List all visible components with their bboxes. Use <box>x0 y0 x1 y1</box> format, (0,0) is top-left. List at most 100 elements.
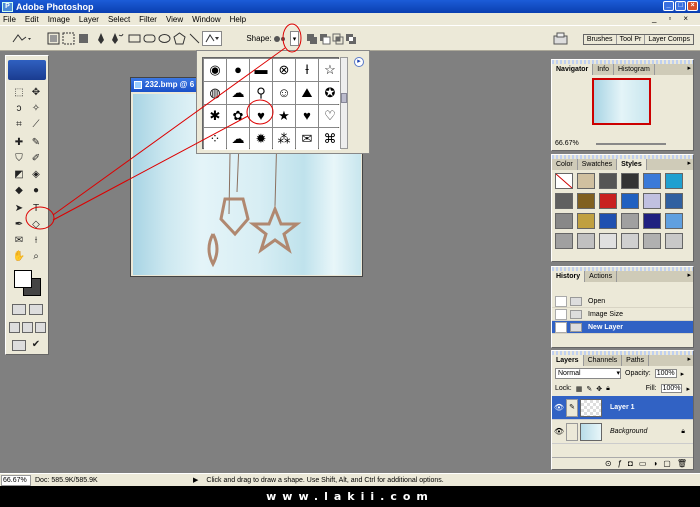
history-snapshot-row[interactable] <box>552 282 693 295</box>
style-swatch[interactable] <box>555 213 573 229</box>
navigator-zoom-value[interactable]: 66.67% <box>555 140 579 147</box>
shape-layers-mode-icon[interactable] <box>46 31 60 46</box>
style-swatch[interactable] <box>555 233 573 249</box>
shape-swatch[interactable]: ⁂ <box>273 128 295 150</box>
style-swatch[interactable] <box>643 233 661 249</box>
healing-brush-tool-icon[interactable]: ✚ <box>12 136 26 150</box>
tab-paths[interactable]: Paths <box>622 355 650 366</box>
picker-menu-arrow-icon[interactable]: ▸ <box>354 57 364 67</box>
lock-all-icon[interactable]: 🔒︎ <box>606 385 610 393</box>
history-item-new-layer[interactable]: New Layer <box>552 321 693 334</box>
tab-info[interactable]: Info <box>593 64 614 75</box>
palette-well-icon[interactable] <box>552 31 568 46</box>
navigator-preview[interactable] <box>592 78 651 125</box>
fill-slider-arrow-icon[interactable]: ▸ <box>686 385 690 393</box>
tab-color[interactable]: Color <box>552 159 578 170</box>
brush-link-icon[interactable] <box>566 422 578 441</box>
menu-select[interactable]: Select <box>108 15 130 24</box>
style-swatch[interactable] <box>577 233 595 249</box>
custom-shape-tool-button[interactable] <box>202 31 222 46</box>
close-button[interactable]: × <box>687 1 698 11</box>
menu-filter[interactable]: Filter <box>139 15 157 24</box>
menu-view[interactable]: View <box>166 15 183 24</box>
shape-swatch[interactable]: ▬ <box>250 59 272 81</box>
palette-menu-icon[interactable]: ▸ <box>687 160 691 168</box>
eraser-tool-icon[interactable]: ◩ <box>12 168 26 182</box>
style-swatch[interactable] <box>555 193 573 209</box>
palette-well-tool-presets-tab[interactable]: Tool Pr <box>615 35 645 44</box>
shape-swatch[interactable]: ☁ <box>227 128 249 150</box>
menu-help[interactable]: Help <box>230 15 246 24</box>
shape-picker-dropdown-button[interactable]: ▾ <box>290 31 299 46</box>
menu-file[interactable]: File <box>3 15 16 24</box>
style-swatch[interactable] <box>577 173 595 189</box>
doc-minimize-button[interactable]: _ <box>652 14 656 23</box>
navigator-zoom-slider[interactable] <box>596 143 666 145</box>
tab-actions[interactable]: Actions <box>585 271 618 282</box>
style-swatch[interactable] <box>599 193 617 209</box>
paint-bucket-tool-icon[interactable]: ◈ <box>29 168 43 182</box>
subtract-shape-area-icon[interactable] <box>319 31 331 46</box>
polygon-tool-icon[interactable] <box>172 31 186 46</box>
palette-menu-icon[interactable]: ▸ <box>687 272 691 280</box>
opacity-slider-arrow-icon[interactable]: ▸ <box>681 370 685 378</box>
doc-close-button[interactable]: × <box>683 14 688 23</box>
doc-restore-button[interactable]: ▫ <box>668 14 671 23</box>
rounded-rectangle-tool-icon[interactable] <box>142 31 156 46</box>
freeform-pen-icon[interactable] <box>110 31 124 46</box>
shape-picker-scrollbar[interactable] <box>340 57 348 149</box>
magic-wand-tool-icon[interactable]: ✧ <box>29 102 43 116</box>
zoom-tool-icon[interactable]: ⌕ <box>29 250 43 264</box>
style-swatch[interactable] <box>643 213 661 229</box>
eye-icon[interactable]: 👁︎ <box>552 427 566 436</box>
maximize-button[interactable]: □ <box>675 1 686 11</box>
tab-history[interactable]: History <box>552 271 586 282</box>
adobe-online-feather-icon[interactable] <box>8 60 46 80</box>
tab-layers[interactable]: Layers <box>552 355 584 366</box>
layer-row-background[interactable]: 👁︎ Background 🔒︎ <box>552 420 693 444</box>
history-item-open[interactable]: Open <box>552 295 693 308</box>
lock-image-icon[interactable]: ✎ <box>586 385 592 393</box>
shape-swatch[interactable]: ★ <box>273 105 295 127</box>
pen-tool-icon[interactable]: ✒ <box>12 218 26 232</box>
style-swatch[interactable] <box>643 193 661 209</box>
blend-mode-select[interactable]: Normal ▾ <box>555 368 621 379</box>
shape-swatch[interactable]: ✿ <box>227 105 249 127</box>
checkmark-icon[interactable]: ✔ <box>29 338 43 352</box>
status-doc-size[interactable]: Doc: 585.9K/585.9K <box>35 477 161 484</box>
marquee-tool-icon[interactable]: ⬚ <box>12 86 26 100</box>
scrollbar-thumb[interactable] <box>341 93 347 103</box>
shape-swatch[interactable]: ♡ <box>319 105 341 127</box>
shape-swatch[interactable]: ☺ <box>273 82 295 104</box>
standard-mode-button[interactable] <box>12 304 26 315</box>
fill-input[interactable]: 100% <box>660 384 683 393</box>
full-screen-menu-mode-button[interactable] <box>22 322 33 333</box>
opacity-input[interactable]: 100% <box>654 369 677 378</box>
style-swatch[interactable] <box>665 193 683 209</box>
slice-tool-icon[interactable]: ⟋ <box>29 118 43 132</box>
history-source-checkbox[interactable] <box>555 321 567 333</box>
menu-layer[interactable]: Layer <box>79 15 99 24</box>
link-layers-icon[interactable]: ⊙ <box>605 459 612 468</box>
full-screen-mode-button[interactable] <box>35 322 46 333</box>
history-brush-tool-icon[interactable]: ✐ <box>29 152 43 166</box>
shape-swatch[interactable]: ☆ <box>319 59 341 81</box>
shape-swatch[interactable]: ⌘ <box>319 128 341 150</box>
style-swatch[interactable] <box>643 173 661 189</box>
minimize-button[interactable]: _ <box>663 1 674 11</box>
style-swatch[interactable] <box>665 173 683 189</box>
type-tool-icon[interactable]: T <box>29 202 43 216</box>
brush-link-icon[interactable]: ✎ <box>566 398 578 417</box>
status-menu-arrow-icon[interactable]: ▶ <box>193 476 198 484</box>
lasso-tool-icon[interactable]: ↄ <box>12 102 26 116</box>
eye-icon[interactable]: 👁︎ <box>552 403 566 412</box>
shape-swatch[interactable]: ☁ <box>227 82 249 104</box>
style-swatch[interactable] <box>555 173 573 189</box>
menu-image[interactable]: Image <box>48 15 70 24</box>
shape-swatch[interactable]: ✱ <box>204 105 226 127</box>
lock-transparency-icon[interactable]: ▦ <box>576 385 583 393</box>
jump-to-imageready-button[interactable] <box>12 340 26 351</box>
shape-swatch-heart-selected[interactable]: ♥ <box>250 105 272 127</box>
crop-tool-icon[interactable]: ⌗ <box>12 118 26 132</box>
tab-channels[interactable]: Channels <box>584 355 623 366</box>
